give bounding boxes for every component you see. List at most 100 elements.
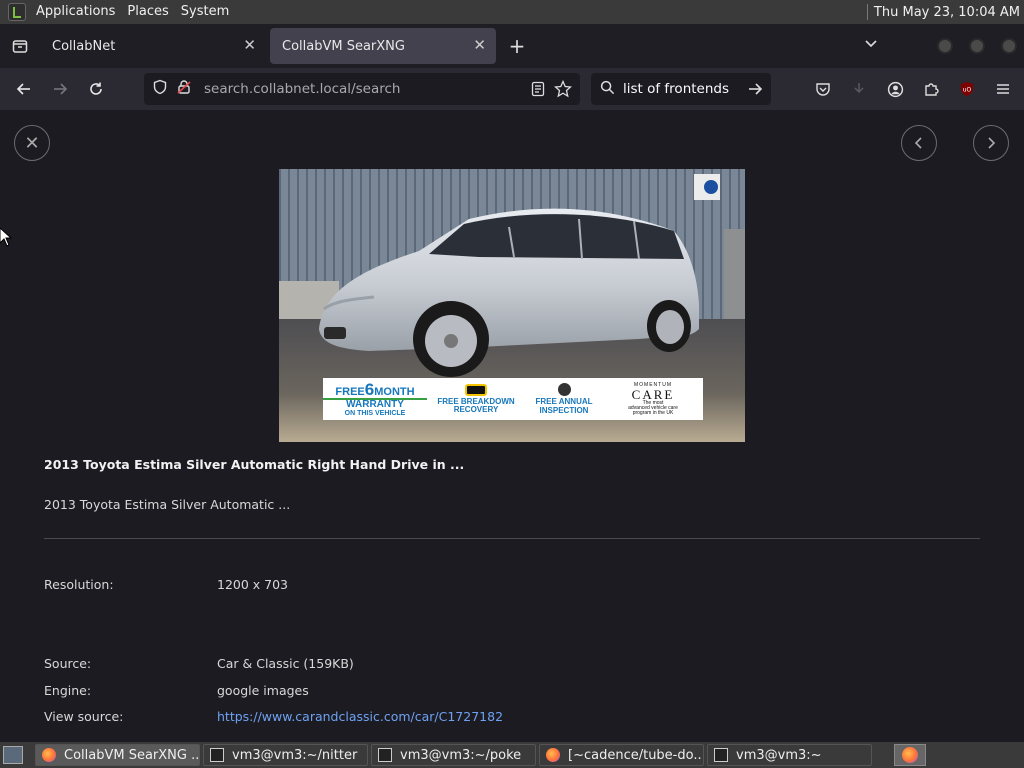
resolution-label: Resolution: bbox=[44, 577, 114, 592]
tracking-protection-shield-icon[interactable] bbox=[152, 79, 168, 99]
show-desktop-icon[interactable] bbox=[3, 746, 23, 764]
chevron-left-icon bbox=[914, 137, 922, 149]
banner-on-vehicle: ON THIS VEHICLE bbox=[344, 410, 406, 417]
url-host: search.collabnet.local bbox=[204, 81, 352, 97]
terminal-icon bbox=[210, 748, 224, 762]
taskbar-item-vm3[interactable]: vm3@vm3:~ bbox=[707, 744, 872, 766]
close-icon[interactable]: ✕ bbox=[243, 36, 256, 54]
dealer-banner: FREE6MONTH WARRANTY ON THIS VEHICLE FREE… bbox=[323, 378, 703, 420]
insecure-lock-icon[interactable] bbox=[176, 79, 192, 99]
terminal-icon bbox=[378, 748, 392, 762]
banner-recovery: RECOVERY bbox=[453, 405, 499, 414]
chevron-down-icon bbox=[865, 40, 877, 48]
taskbar-label: CollabVM SearXNG ... bbox=[64, 747, 200, 763]
reload-icon bbox=[90, 82, 102, 95]
engine-label: Engine: bbox=[44, 683, 92, 698]
menu-places[interactable]: Places bbox=[121, 0, 174, 24]
firefox-icon bbox=[546, 748, 560, 762]
top-panel: Applications Places System Thu May 23, 1… bbox=[0, 0, 1024, 24]
firefox-view-icon bbox=[12, 40, 28, 53]
ublock-icon: uO bbox=[961, 82, 973, 96]
close-window-button[interactable] bbox=[1001, 38, 1017, 54]
inspection-badge-icon bbox=[557, 383, 571, 397]
url-bar[interactable]: search.collabnet.local/search bbox=[144, 73, 580, 105]
url-path: /search bbox=[351, 81, 401, 97]
source-label: Source: bbox=[44, 656, 92, 671]
page-content: ✕ FREE6MONTH WARRANTY ON THIS VEHICLE FR… bbox=[0, 110, 1024, 742]
search-icon bbox=[600, 80, 615, 99]
ublock-origin-button[interactable]: uO bbox=[954, 76, 980, 102]
search-bar[interactable]: list of frontends bbox=[591, 73, 771, 105]
pocket-icon bbox=[816, 83, 830, 96]
warranty-block: FREE6MONTH WARRANTY ON THIS VEHICLE bbox=[323, 381, 427, 417]
url-text[interactable]: search.collabnet.local/search bbox=[204, 81, 400, 97]
breakdown-block: FREE BREAKDOWN RECOVERY bbox=[427, 383, 525, 415]
taskbar-item-tube[interactable]: [~cadence/tube-do... bbox=[539, 744, 704, 766]
taskbar: CollabVM SearXNG ... vm3@vm3:~/nitter vm… bbox=[0, 742, 1024, 768]
puzzle-icon bbox=[925, 83, 939, 96]
recovery-truck-icon bbox=[465, 383, 487, 396]
back-arrow-icon bbox=[16, 83, 30, 95]
close-preview-button[interactable]: ✕ bbox=[14, 125, 50, 161]
forward-arrow-icon bbox=[54, 83, 68, 95]
view-source-label: View source: bbox=[44, 709, 124, 724]
tab-label: CollabVM SearXNG bbox=[282, 38, 405, 54]
resolution-value: 1200 x 703 bbox=[217, 577, 289, 592]
firefox-icon bbox=[902, 747, 918, 763]
taskbar-label: [~cadence/tube-do... bbox=[568, 747, 704, 763]
menu-applications[interactable]: Applications bbox=[30, 0, 121, 24]
tab-collabvm-searxng[interactable]: CollabVM SearXNG ✕ bbox=[270, 28, 496, 64]
banner-care-sub3: program in the UK bbox=[632, 409, 674, 416]
firefox-view-button[interactable] bbox=[0, 24, 40, 68]
taskbar-label: vm3@vm3:~/poke bbox=[400, 747, 522, 763]
taskbar-item-poke[interactable]: vm3@vm3:~/poke bbox=[371, 744, 536, 766]
account-icon bbox=[887, 81, 903, 97]
extensions-button[interactable] bbox=[918, 76, 944, 102]
app-menu-button[interactable] bbox=[990, 76, 1016, 102]
firefox-icon bbox=[42, 748, 56, 762]
divider bbox=[44, 538, 980, 539]
pocket-button[interactable] bbox=[810, 76, 836, 102]
image-preview[interactable]: FREE6MONTH WARRANTY ON THIS VEHICLE FREE… bbox=[279, 169, 745, 442]
banner-month: MONTH bbox=[374, 386, 415, 398]
tab-label: CollabNet bbox=[52, 38, 116, 54]
svg-text:uO: uO bbox=[963, 87, 972, 94]
result-title: 2013 Toyota Estima Silver Automatic Righ… bbox=[44, 457, 465, 472]
engine-value: google images bbox=[217, 683, 309, 698]
account-button[interactable] bbox=[882, 76, 908, 102]
downloads-button[interactable] bbox=[846, 76, 872, 102]
next-image-button[interactable] bbox=[973, 125, 1009, 161]
maximize-window-button[interactable] bbox=[969, 38, 985, 54]
hamburger-menu-icon bbox=[997, 84, 1009, 94]
search-go-arrow-icon[interactable] bbox=[747, 81, 763, 101]
forward-button[interactable] bbox=[42, 71, 78, 107]
list-all-tabs-button[interactable] bbox=[864, 36, 878, 55]
distro-logo-icon[interactable] bbox=[8, 3, 26, 21]
plus-icon: + bbox=[508, 34, 526, 58]
back-button[interactable] bbox=[6, 71, 42, 107]
clock[interactable]: Thu May 23, 10:04 AM bbox=[874, 5, 1024, 20]
previous-image-button[interactable] bbox=[901, 125, 937, 161]
source-value: Car & Classic (159KB) bbox=[217, 656, 354, 671]
minimize-window-button[interactable] bbox=[937, 38, 953, 54]
reader-view-icon[interactable] bbox=[530, 81, 546, 101]
taskbar-label: vm3@vm3:~/nitter bbox=[232, 747, 358, 763]
tray-firefox-launcher[interactable] bbox=[894, 744, 926, 766]
result-description: 2013 Toyota Estima Silver Automatic ... bbox=[44, 497, 291, 512]
taskbar-item-nitter[interactable]: vm3@vm3:~/nitter bbox=[203, 744, 368, 766]
download-icon bbox=[854, 83, 864, 94]
tab-collabnet[interactable]: CollabNet ✕ bbox=[40, 28, 266, 64]
reload-button[interactable] bbox=[78, 71, 114, 107]
inspection-block: FREE ANNUAL INSPECTION bbox=[525, 383, 603, 415]
view-source-link[interactable]: https://www.carandclassic.com/car/C17271… bbox=[217, 709, 503, 724]
close-icon[interactable]: ✕ bbox=[473, 36, 486, 54]
search-input[interactable]: list of frontends bbox=[623, 81, 729, 97]
momentum-care-block: MOMENTUM CARE The most advanced vehicle … bbox=[603, 382, 703, 416]
tab-strip: CollabNet ✕ CollabVM SearXNG ✕ + bbox=[0, 24, 1024, 68]
taskbar-item-searxng[interactable]: CollabVM SearXNG ... bbox=[35, 744, 200, 766]
bookmark-star-icon[interactable] bbox=[553, 79, 573, 102]
banner-warranty: WARRANTY bbox=[323, 398, 427, 410]
menu-system[interactable]: System bbox=[175, 0, 235, 24]
new-tab-button[interactable]: + bbox=[496, 34, 538, 58]
banner-inspection: INSPECTION bbox=[539, 405, 589, 415]
